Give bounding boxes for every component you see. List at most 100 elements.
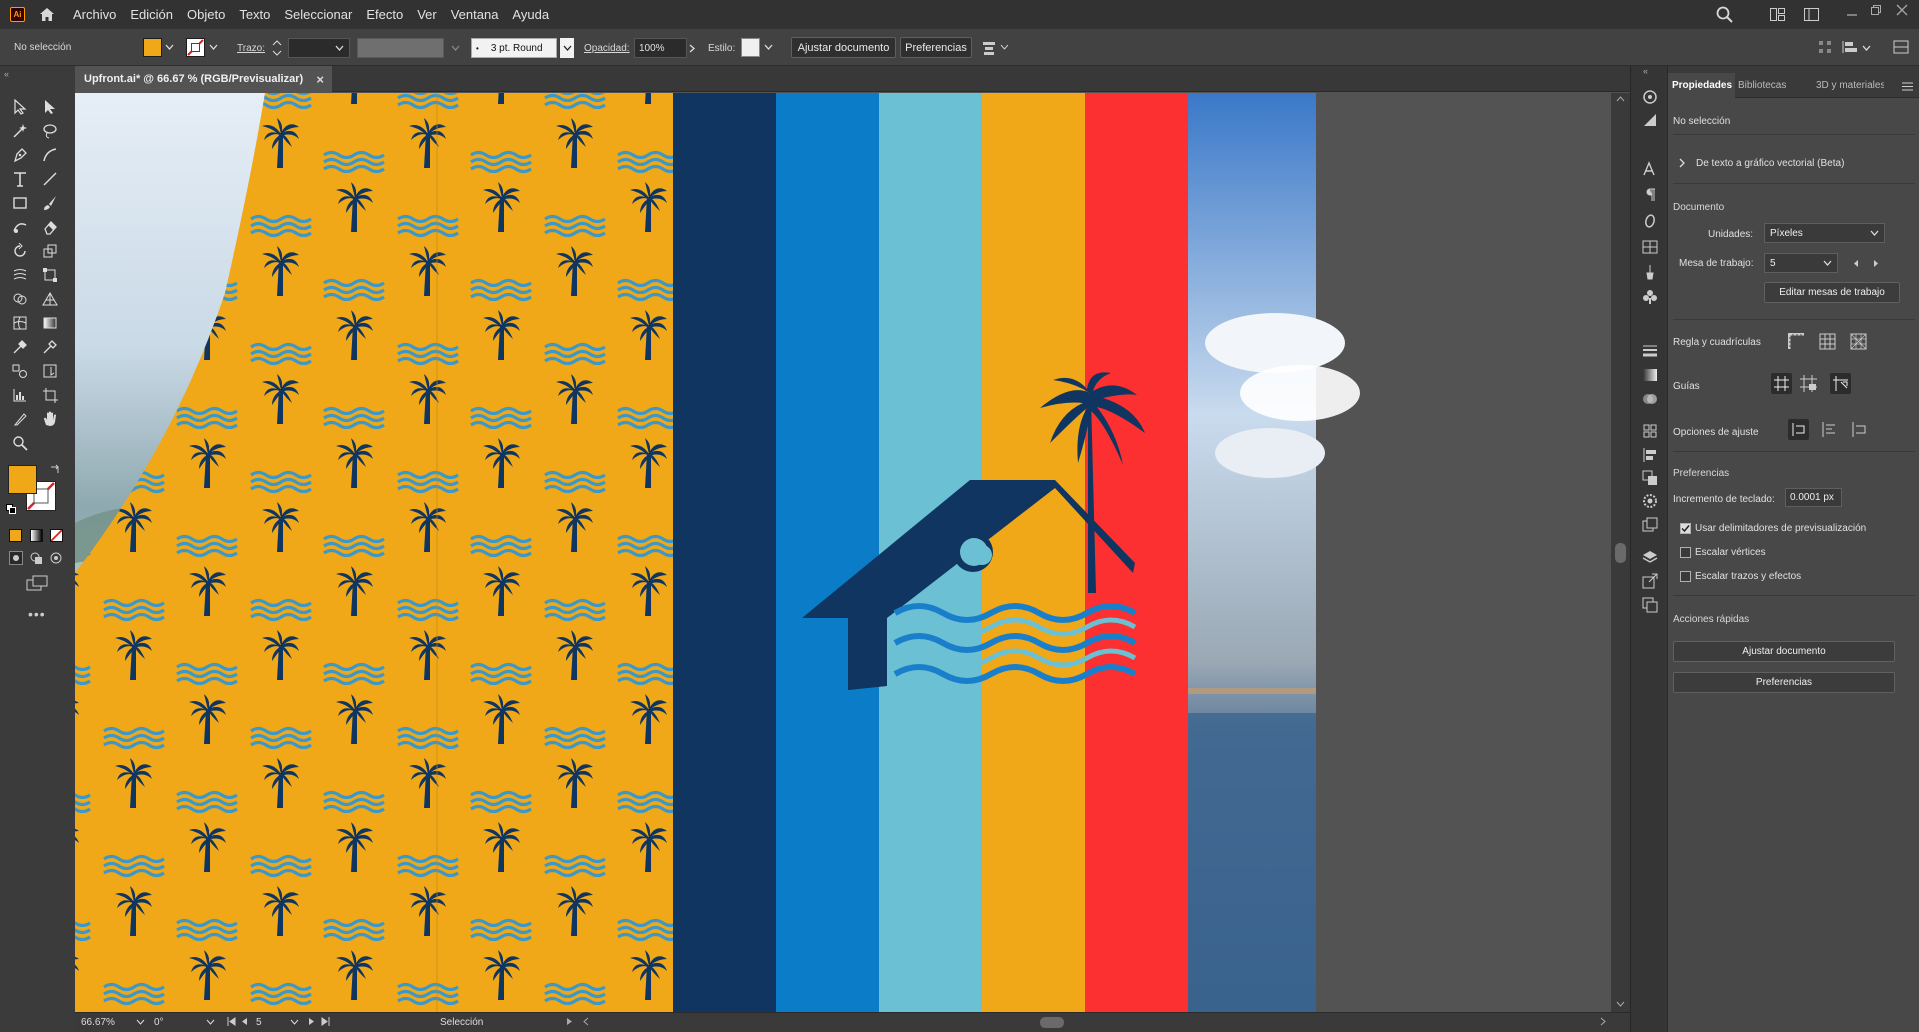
graph-tool[interactable] <box>9 384 31 406</box>
none-mode-icon[interactable] <box>50 529 63 542</box>
align-objects-icon[interactable] <box>1641 446 1659 464</box>
pen-tool[interactable] <box>9 144 31 166</box>
menu-edicion[interactable]: Edición <box>130 7 173 22</box>
fill-swatch[interactable] <box>143 38 162 57</box>
draw-normal-icon[interactable] <box>9 551 23 565</box>
shape-builder-tool[interactable] <box>9 288 31 310</box>
artboard-canvas[interactable] <box>75 93 1611 1012</box>
tab-3d-materials[interactable]: 3D y materiales <box>1816 80 1884 91</box>
tab-libraries[interactable]: Bibliotecas <box>1738 80 1786 91</box>
minimize-icon[interactable] <box>1846 5 1858 17</box>
first-artboard-icon[interactable] <box>227 1017 236 1026</box>
curvature-tool[interactable] <box>39 144 61 166</box>
menu-texto[interactable]: Texto <box>239 7 270 22</box>
menu-ayuda[interactable]: Ayuda <box>512 7 549 22</box>
quick-preferences-button[interactable]: Preferencias <box>1673 672 1895 693</box>
stroke-weight-dropdown-icon[interactable] <box>335 45 344 51</box>
zoom-tool[interactable] <box>9 432 31 454</box>
restore-icon[interactable] <box>1870 4 1882 16</box>
stroke-dropdown-icon[interactable] <box>209 44 218 50</box>
mesh-tool[interactable] <box>9 312 31 334</box>
live-paint-tool[interactable] <box>39 360 61 382</box>
scale-strokes-checkbox[interactable] <box>1680 571 1691 582</box>
grid-icon[interactable] <box>1819 333 1836 350</box>
pathfinder-icon[interactable] <box>1641 469 1659 487</box>
window-layout-icon[interactable] <box>1804 8 1819 21</box>
collapse-strip-icon[interactable]: « <box>1643 66 1648 76</box>
menu-archivo[interactable]: Archivo <box>73 7 116 22</box>
perspective-grid-tool[interactable] <box>39 288 61 310</box>
paintbrush-tool[interactable] <box>39 192 61 214</box>
search-icon[interactable] <box>1716 6 1733 23</box>
text-to-vector-section[interactable]: De texto a gráfico vectorial (Beta) <box>1696 158 1844 169</box>
gradient-mode-icon[interactable] <box>30 529 43 542</box>
lasso-tool[interactable] <box>39 120 61 142</box>
style-swatch[interactable] <box>741 38 760 57</box>
status-menu-icon[interactable] <box>566 1017 573 1026</box>
next-artboard-icon[interactable] <box>308 1017 315 1026</box>
profile-dropdown-icon[interactable] <box>451 45 460 51</box>
artboard-dropdown-icon[interactable] <box>290 1019 299 1025</box>
slice-tool[interactable] <box>9 408 31 430</box>
hscroll-left-icon[interactable] <box>583 1017 589 1026</box>
glyphs-icon[interactable] <box>1641 238 1659 256</box>
arrange-icon[interactable] <box>982 39 1008 56</box>
swatches-icon[interactable] <box>1641 111 1659 129</box>
snap-to-pixel-icon[interactable] <box>1851 421 1868 438</box>
rotate-tool[interactable] <box>9 240 31 262</box>
artboard-select[interactable]: 5 <box>1764 253 1838 273</box>
align-dropdown-icon[interactable] <box>1862 45 1871 51</box>
arrange-documents-icon[interactable] <box>1770 8 1785 21</box>
opentype-icon[interactable] <box>1641 212 1659 230</box>
blend-tool[interactable] <box>9 360 31 382</box>
default-colors-icon[interactable] <box>6 504 16 514</box>
zoom-dropdown-icon[interactable] <box>136 1019 145 1025</box>
zoom-field[interactable]: 66.67% <box>81 1017 115 1028</box>
measure-tool[interactable] <box>39 336 61 358</box>
paragraph-icon[interactable] <box>1641 186 1659 204</box>
transform-icon[interactable] <box>1893 40 1909 54</box>
text-to-vector-expand-icon[interactable] <box>1679 158 1685 168</box>
align-panel-icon[interactable] <box>1641 422 1659 440</box>
brush-definition[interactable]: • 3 pt. Round <box>471 38 557 58</box>
gradient-tool[interactable] <box>39 312 61 334</box>
scale-corners-checkbox[interactable] <box>1680 547 1691 558</box>
artboard-tool[interactable] <box>39 384 61 406</box>
tab-properties[interactable]: Propiedades <box>1668 73 1735 98</box>
artboards-panel-icon[interactable] <box>1641 596 1659 614</box>
screen-mode-icon[interactable] <box>26 575 48 591</box>
brushes-icon[interactable] <box>1641 263 1659 281</box>
edit-toolbar-icon[interactable]: ••• <box>28 606 46 622</box>
scroll-up-icon[interactable] <box>1616 96 1625 102</box>
stroke-panel-icon[interactable] <box>1641 342 1659 360</box>
fill-color-box[interactable] <box>8 465 37 494</box>
menu-efecto[interactable]: Efecto <box>366 7 403 22</box>
prev-artboard-arrow[interactable] <box>1853 259 1859 268</box>
snap-to-grid-icon[interactable] <box>1821 421 1838 438</box>
vertical-scrollbar[interactable] <box>1611 93 1630 1012</box>
variable-width-profile[interactable] <box>357 38 444 58</box>
units-select[interactable]: Píxeles <box>1764 223 1885 243</box>
preferences-button[interactable]: Preferencias <box>900 37 972 58</box>
rulers-icon[interactable] <box>1788 333 1805 350</box>
stroke-weight-spinner[interactable] <box>272 38 286 58</box>
free-transform-tool[interactable] <box>39 264 61 286</box>
align-icon-b[interactable] <box>1842 40 1860 54</box>
color-guide-icon[interactable] <box>1641 88 1659 106</box>
eyedropper-tool[interactable] <box>9 336 31 358</box>
last-artboard-icon[interactable] <box>321 1017 330 1026</box>
close-window-icon[interactable] <box>1896 4 1908 16</box>
swap-colors-icon[interactable] <box>50 464 60 474</box>
opacity-arrow-icon[interactable] <box>689 44 695 53</box>
hscroll-right-icon[interactable] <box>1600 1017 1606 1026</box>
magic-wand-tool[interactable] <box>9 120 31 142</box>
close-tab-icon[interactable]: × <box>316 72 324 87</box>
rotation-dropdown-icon[interactable] <box>206 1019 215 1025</box>
line-tool[interactable] <box>39 168 61 190</box>
fill-dropdown-icon[interactable] <box>165 44 174 50</box>
pixel-grid-icon[interactable] <box>1850 333 1867 350</box>
shaper-tool[interactable] <box>9 216 31 238</box>
draw-inside-icon[interactable] <box>49 551 63 565</box>
menu-seleccionar[interactable]: Seleccionar <box>284 7 352 22</box>
menu-ventana[interactable]: Ventana <box>451 7 499 22</box>
